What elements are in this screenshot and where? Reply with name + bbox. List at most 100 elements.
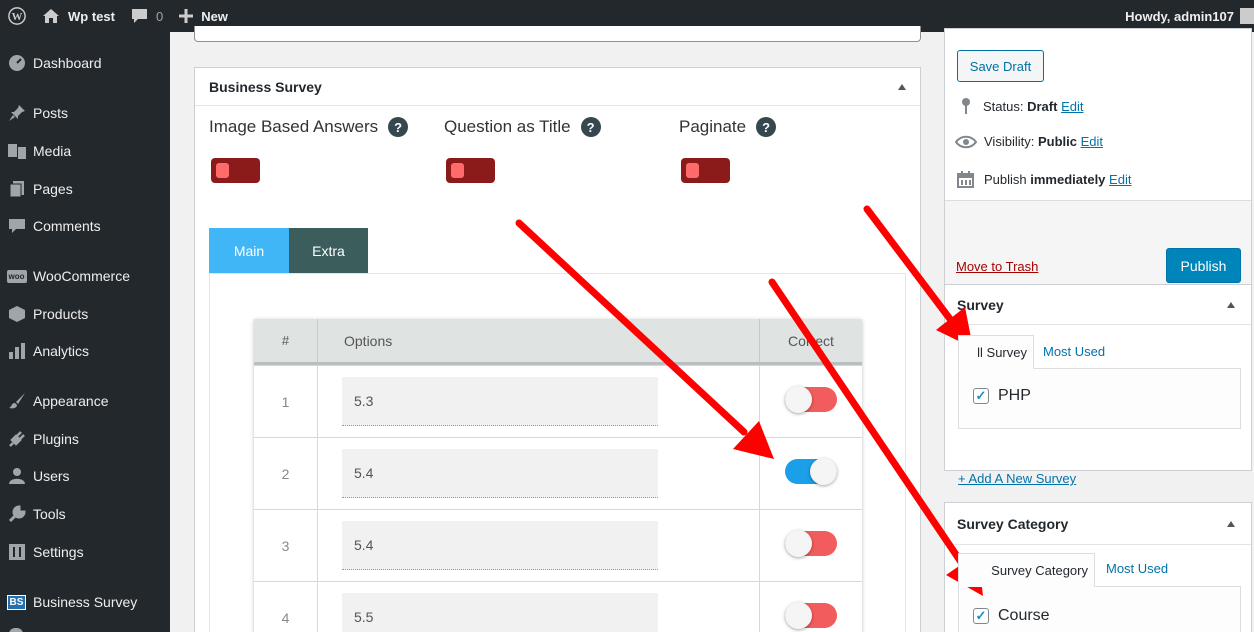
visibility-row: Visibility: Public Edit xyxy=(955,134,1103,149)
sidebar-item-label: Analytics xyxy=(33,343,90,359)
term-label: Course xyxy=(998,607,1050,624)
setting-paginate: Paginate ? xyxy=(679,117,777,137)
add-new-survey-link[interactable]: + Add A New Survey xyxy=(958,471,1076,486)
table-row: 4 5.5 xyxy=(254,581,862,632)
help-icon[interactable]: ? xyxy=(580,117,601,137)
option-input[interactable]: 5.5 xyxy=(342,593,658,632)
metabox-header[interactable]: Survey Category xyxy=(945,503,1251,545)
main-content: Business Survey Image Based Answers ? Qu… xyxy=(170,26,1254,632)
paginate-toggle[interactable] xyxy=(681,158,730,183)
avatar xyxy=(1240,8,1254,24)
move-to-trash-link[interactable]: Move to Trash xyxy=(956,259,1038,274)
sidebar-item-label: Tools xyxy=(33,506,66,522)
sidebar-item-label: Pages xyxy=(33,181,73,197)
help-icon[interactable]: ? xyxy=(388,117,409,137)
sidebar-item-label: Users xyxy=(33,468,70,484)
site-name: Wp test xyxy=(68,8,115,24)
image-based-toggle[interactable] xyxy=(211,158,260,183)
sidebar-item-label: WooCommerce xyxy=(33,268,130,284)
option-input[interactable]: 5.3 xyxy=(342,377,658,426)
tab-all-survey[interactable]: ll Survey xyxy=(958,335,1034,369)
tab-most-used[interactable]: Most Used xyxy=(1106,561,1168,576)
tab-most-used[interactable]: Most Used xyxy=(1043,344,1105,359)
sidebar-item-appearance[interactable]: Appearance xyxy=(0,384,170,418)
tab-label: ll Survey xyxy=(977,344,1027,360)
tab-extra[interactable]: Extra xyxy=(289,228,368,273)
wordpress-logo-icon[interactable]: W xyxy=(0,0,34,32)
term-item[interactable]: ✓ Course xyxy=(973,607,1050,625)
media-icon xyxy=(0,142,33,160)
option-input[interactable]: 5.4 xyxy=(342,521,658,570)
options-table: # Options Correct 1 5.3 2 5.4 3 5.4 4 5.… xyxy=(254,319,862,632)
option-input[interactable]: 5.4 xyxy=(342,449,658,498)
partial-menu-icon xyxy=(9,628,23,632)
tab-label: Extra xyxy=(312,242,345,259)
sidebar-item-tools[interactable]: Tools xyxy=(0,497,170,531)
setting-label: Question as Title xyxy=(444,117,571,136)
help-icon[interactable]: ? xyxy=(756,117,777,137)
term-checkbox[interactable]: ✓ xyxy=(973,608,989,624)
tab-label: Survey Category xyxy=(991,562,1088,578)
term-list: ✓ PHP xyxy=(958,368,1241,429)
collapse-arrow-icon[interactable] xyxy=(1227,302,1235,308)
row-number: 1 xyxy=(254,366,318,438)
users-icon xyxy=(0,467,33,485)
term-item[interactable]: ✓ PHP xyxy=(973,387,1031,405)
metabox-header[interactable]: Business Survey xyxy=(195,68,920,106)
question-title-toggle[interactable] xyxy=(446,158,495,183)
correct-toggle[interactable] xyxy=(785,530,837,557)
sidebar-item-comments[interactable]: Comments xyxy=(0,209,170,243)
survey-category-metabox: Survey Category Survey Category Most Use… xyxy=(944,502,1252,632)
tab-all-category[interactable]: Survey Category xyxy=(958,553,1095,587)
edit-visibility-link[interactable]: Edit xyxy=(1081,134,1103,149)
sidebar-item-media[interactable]: Media xyxy=(0,134,170,168)
sidebar-item-analytics[interactable]: Analytics xyxy=(0,334,170,368)
header-correct: Correct xyxy=(759,319,862,362)
post-title-box[interactable] xyxy=(194,26,921,42)
edit-date-link[interactable]: Edit xyxy=(1109,172,1131,187)
sidebar-item-label: Dashboard xyxy=(33,55,102,71)
publish-metabox: Save Draft Status: Draft Edit Visibility… xyxy=(944,28,1252,294)
save-draft-button[interactable]: Save Draft xyxy=(957,50,1044,82)
table-header: # Options Correct xyxy=(254,319,862,365)
collapse-arrow-icon[interactable] xyxy=(898,84,906,90)
greeting: Howdy, admin107 xyxy=(1125,8,1234,24)
site-name-link[interactable]: Wp test xyxy=(34,0,123,32)
correct-toggle[interactable] xyxy=(785,458,837,485)
pin-icon xyxy=(0,104,33,122)
sidebar-item-settings[interactable]: Settings xyxy=(0,535,170,569)
metabox-title: Business Survey xyxy=(209,78,322,95)
sidebar-item-posts[interactable]: Posts xyxy=(0,96,170,130)
bs-icon: BS xyxy=(0,594,33,610)
header-options: Options xyxy=(344,332,393,349)
sidebar-item-label: Business Survey xyxy=(33,594,138,610)
sidebar-item-pages[interactable]: Pages xyxy=(0,172,170,206)
sidebar-item-products[interactable]: Products xyxy=(0,297,170,331)
sidebar-item-users[interactable]: Users xyxy=(0,459,170,493)
comments-count: 0 xyxy=(155,8,164,24)
sidebar-item-label: Settings xyxy=(33,544,84,560)
survey-taxonomy-metabox: Survey ll Survey Most Used ✓ PHP + Add A… xyxy=(944,284,1252,486)
eye-icon xyxy=(955,135,977,148)
plus-icon xyxy=(179,9,194,23)
sidebar-item-dashboard[interactable]: Dashboard xyxy=(0,46,170,80)
sidebar-item-woocommerce[interactable]: woo WooCommerce xyxy=(0,259,170,293)
sidebar-item-label: Plugins xyxy=(33,431,79,447)
correct-toggle[interactable] xyxy=(785,602,837,629)
sidebar-item-plugins[interactable]: Plugins xyxy=(0,422,170,456)
correct-toggle[interactable] xyxy=(785,386,837,413)
publish-button[interactable]: Publish xyxy=(1166,248,1241,283)
comment-icon xyxy=(131,9,147,23)
woocommerce-icon: woo xyxy=(6,269,27,283)
tab-label: Most Used xyxy=(1043,344,1106,359)
sidebar-item-label: Appearance xyxy=(33,393,109,409)
table-row: 3 5.4 xyxy=(254,509,862,582)
term-checkbox[interactable]: ✓ xyxy=(973,388,989,404)
comments-link[interactable]: 0 xyxy=(123,0,171,32)
svg-text:W: W xyxy=(12,11,23,23)
tab-main[interactable]: Main xyxy=(209,228,289,273)
collapse-arrow-icon[interactable] xyxy=(1227,521,1235,527)
sidebar-item-business-survey[interactable]: BS Business Survey xyxy=(0,585,170,619)
metabox-header[interactable]: Survey xyxy=(945,285,1251,325)
edit-status-link[interactable]: Edit xyxy=(1061,99,1083,114)
